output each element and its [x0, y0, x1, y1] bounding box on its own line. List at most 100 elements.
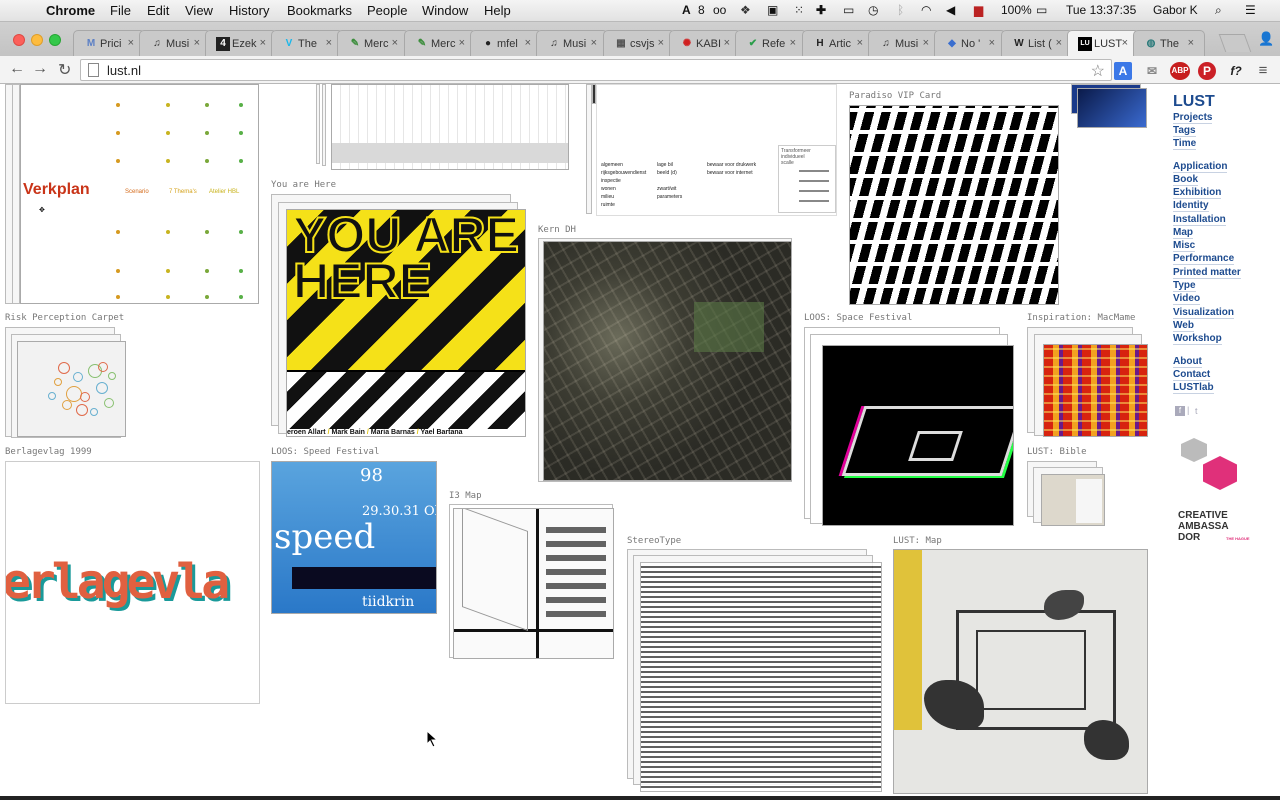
clipboard-icon[interactable]: ▣ [767, 3, 778, 17]
tab-item[interactable]: M Prici × [73, 30, 145, 56]
spotlight-icon[interactable]: ⌕ [1215, 3, 1222, 18]
airplay-icon[interactable]: ▭ [843, 3, 854, 17]
project-thumb-space-festival[interactable] [822, 345, 1014, 526]
project-thumb-paradiso[interactable] [849, 105, 1059, 305]
project-thumb-risk-carpet[interactable] [17, 341, 126, 437]
tag-exhibition[interactable]: Exhibition [1173, 187, 1222, 199]
tag-book[interactable]: Book [1173, 174, 1198, 186]
dropbox-icon[interactable]: ❖ [740, 3, 751, 17]
translate-icon[interactable]: A [1114, 62, 1132, 80]
tab-close-icon[interactable]: × [1122, 37, 1128, 49]
facebook-icon[interactable]: f [1175, 406, 1185, 416]
back-icon[interactable]: ← [9, 60, 25, 78]
tab-close-icon[interactable]: × [326, 37, 332, 49]
tab-item[interactable]: ♫ Musi × [868, 30, 940, 56]
tab-item[interactable]: W List (× [1001, 30, 1073, 56]
clock[interactable]: Tue 13:37:35 [1066, 3, 1136, 17]
tab-close-icon[interactable]: × [790, 37, 796, 49]
chrome-menu-icon[interactable]: ≡ [1254, 62, 1272, 80]
tab-close-icon[interactable]: × [128, 37, 134, 49]
tab-close-icon[interactable]: × [1056, 37, 1062, 49]
menu-window[interactable]: Window [422, 3, 468, 18]
grid-icon[interactable]: ⁙ [794, 3, 804, 17]
menu-file[interactable]: File [110, 3, 131, 18]
tab-close-icon[interactable]: × [1188, 37, 1194, 49]
nav-projects[interactable]: Projects [1173, 112, 1213, 124]
tag-workshop[interactable]: Workshop [1173, 333, 1222, 345]
bookmark-star-icon[interactable]: ☆ [1091, 61, 1105, 81]
tab-close-icon[interactable]: × [923, 37, 929, 49]
project-thumb-blue[interactable] [1077, 88, 1147, 128]
volume-icon[interactable]: ◀ [946, 3, 955, 17]
tab-close-icon[interactable]: × [260, 37, 266, 49]
tab-item[interactable]: ✎ Merc × [404, 30, 476, 56]
tag-web[interactable]: Web [1173, 320, 1194, 332]
tag-video[interactable]: Video [1173, 293, 1201, 305]
close-window-button[interactable] [13, 34, 25, 46]
tab-close-icon[interactable]: × [525, 37, 531, 49]
pinterest-icon[interactable]: P [1198, 62, 1216, 80]
project-thumb-transform[interactable]: algemeen rijksgebouwendienst inspectie w… [596, 84, 837, 216]
tab-close-icon[interactable]: × [724, 37, 730, 49]
tab-close-icon[interactable]: × [658, 37, 664, 49]
notification-center-icon[interactable]: ☰ [1245, 3, 1256, 17]
address-bar[interactable]: lust.nl ☆ [80, 59, 1112, 81]
flag-icon[interactable]: ▆ [974, 3, 983, 17]
tab-close-icon[interactable]: × [459, 37, 465, 49]
glasses-icon[interactable]: oo [713, 3, 726, 17]
tag-application[interactable]: Application [1173, 161, 1228, 173]
tab-item[interactable]: ● mfel × [470, 30, 542, 56]
tab-item[interactable]: V The × [271, 30, 343, 56]
tab-item[interactable]: ✎ Merc × [337, 30, 409, 56]
project-thumb-stereotype[interactable] [640, 562, 882, 792]
tab-close-icon[interactable]: × [591, 37, 597, 49]
user-name[interactable]: Gabor K [1153, 3, 1198, 17]
mail-icon[interactable]: ✉ [1142, 62, 1162, 80]
tag-printed-matter[interactable]: Printed matter [1173, 267, 1241, 279]
menu-bookmarks[interactable]: Bookmarks [287, 3, 352, 18]
menu-edit[interactable]: Edit [147, 3, 169, 18]
nav-about[interactable]: About [1173, 356, 1202, 368]
project-thumb-verkplan[interactable]: Verkplan Scenario 7 Thema's Atelier HBL … [20, 84, 259, 304]
tag-type[interactable]: Type [1173, 280, 1196, 292]
minimize-window-button[interactable] [31, 34, 43, 46]
tab-item[interactable]: ▦ csvjs × [603, 30, 675, 56]
nav-contact[interactable]: Contact [1173, 369, 1211, 381]
tag-performance[interactable]: Performance [1173, 253, 1235, 265]
wifi-icon[interactable]: ◠ [921, 3, 931, 17]
url-text[interactable]: lust.nl [107, 63, 141, 78]
project-thumb-i3-map[interactable] [453, 508, 614, 659]
app-menu[interactable]: Chrome [46, 3, 95, 18]
tag-identity[interactable]: Identity [1173, 200, 1209, 212]
formula-icon[interactable]: f? [1226, 62, 1246, 80]
tab-item[interactable]: 4 Ezek × [205, 30, 277, 56]
project-thumb-bible[interactable] [1041, 474, 1105, 526]
project-thumb-you-are-here[interactable]: YOU ARE HERE eroen Allart / Mark Bain / … [286, 209, 526, 437]
profile-icon[interactable]: 👤 [1258, 31, 1274, 47]
tab-item[interactable]: H Artic × [802, 30, 874, 56]
tag-visualization[interactable]: Visualization [1173, 307, 1234, 319]
project-thumb-speed-festival[interactable]: 98 29.30.31 Ok speed tiidkrin [271, 461, 437, 614]
tab-item[interactable]: ✔ Refe × [735, 30, 807, 56]
project-thumb-berlagevlag[interactable]: erlagevla [5, 461, 260, 704]
adblock-icon[interactable]: ABP [1170, 62, 1190, 80]
menu-help[interactable]: Help [484, 3, 511, 18]
new-tab-button[interactable] [1218, 34, 1252, 52]
project-thumb-lust-map[interactable] [893, 549, 1148, 794]
project-thumb-macmame[interactable] [1043, 344, 1148, 437]
tag-misc[interactable]: Misc [1173, 240, 1196, 252]
nav-time[interactable]: Time [1173, 138, 1197, 150]
creative-ambassador-logo[interactable] [1181, 434, 1237, 506]
tab-item[interactable]: ♫ Musi × [139, 30, 211, 56]
tab-item[interactable]: LU LUST × [1067, 30, 1139, 56]
forward-icon[interactable]: → [32, 60, 48, 78]
tab-item[interactable]: ◆ No ' × [934, 30, 1006, 56]
tag-map[interactable]: Map [1173, 227, 1193, 239]
project-thumb-grid-tool[interactable] [331, 84, 569, 170]
battery-icon[interactable]: ▭ [1036, 3, 1047, 17]
tab-close-icon[interactable]: × [392, 37, 398, 49]
tab-item[interactable]: ♫ Musi × [536, 30, 608, 56]
extension-status-icon[interactable]: A [682, 3, 691, 17]
tab-item[interactable]: ✺ KABI × [669, 30, 741, 56]
menu-view[interactable]: View [185, 3, 213, 18]
